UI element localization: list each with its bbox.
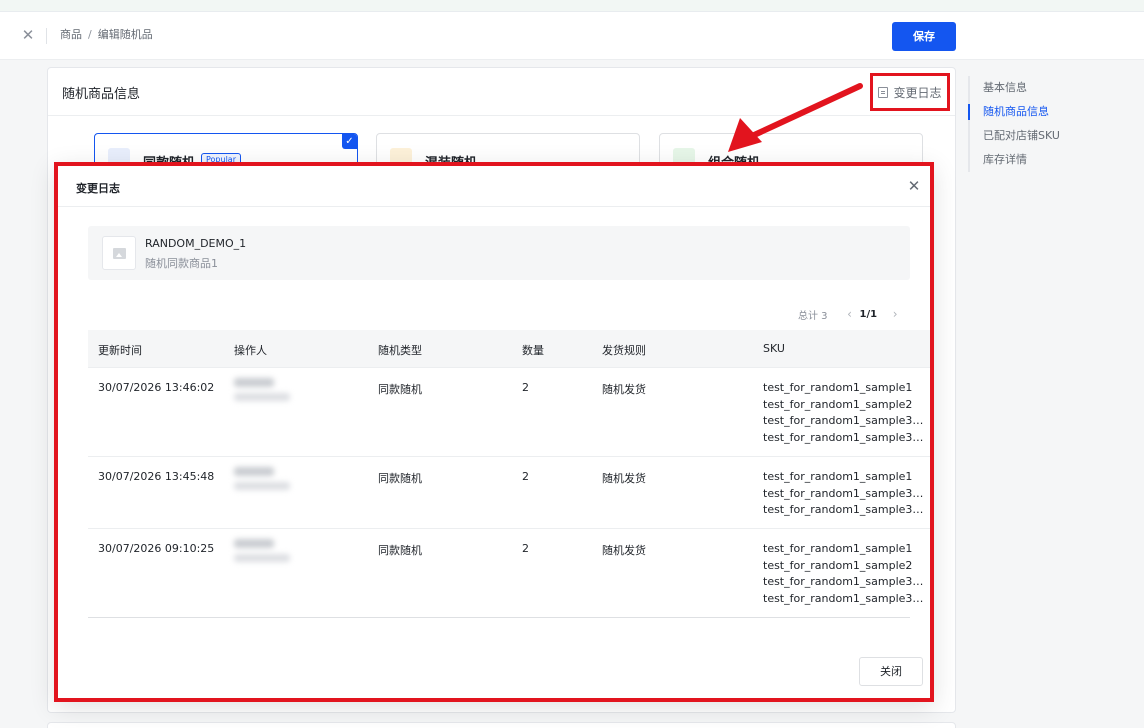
changelog-modal: 变更日志 ✕ RANDOM_DEMO_1 随机同款商品1 总计 3 ‹ 1/1 … [54, 162, 934, 702]
cell-rule: 随机发货 [602, 383, 646, 396]
column-header-type: 随机类型 [378, 344, 422, 357]
header-divider [46, 28, 47, 44]
page-header: ✕ 商品 / 编辑随机品 保存 [0, 12, 1144, 60]
card-divider [48, 115, 955, 116]
pagination-current: 1/1 [859, 308, 878, 320]
cell-sku-list: test_for_random1_sample1 test_for_random… [763, 541, 925, 608]
product-subtitle: 随机同款商品1 [145, 257, 218, 270]
modal-divider [58, 206, 930, 207]
card-title: 随机商品信息 [62, 87, 141, 102]
sku-item: test_for_random1_sample1 [763, 381, 913, 394]
cell-time: 30/07/2026 09:10:25 [98, 542, 215, 555]
cell-qty: 2 [522, 470, 529, 483]
anchor-item-basic-info[interactable]: 基本信息 [970, 76, 1088, 100]
cell-rule: 随机发货 [602, 544, 646, 557]
column-header-sku: SKU [763, 342, 785, 355]
chevron-right-icon[interactable]: › [887, 307, 903, 321]
product-thumbnail [102, 236, 136, 270]
breadcrumb-current: 编辑随机品 [97, 28, 153, 41]
sku-item: test_for_random1_sample1 [763, 470, 913, 483]
table-row: 30/07/2026 13:45:48 同款随机 2 随机发货 test_for… [88, 457, 930, 529]
sku-item: test_for_random1_sample2 [763, 558, 913, 572]
product-summary: RANDOM_DEMO_1 随机同款商品1 [88, 226, 910, 280]
cell-type: 同款随机 [378, 472, 422, 485]
sku-item: test_for_random1_sample3-Bl… [763, 486, 925, 500]
image-placeholder-icon [113, 248, 126, 259]
column-header-rule: 发货规则 [602, 344, 646, 357]
save-button[interactable]: 保存 [892, 22, 956, 51]
sku-item: test_for_random1_sample3-Red [763, 431, 925, 445]
breadcrumb: 商品 / 编辑随机品 [60, 28, 153, 42]
sku-item: test_for_random1_sample3-Red [763, 592, 925, 606]
cell-qty: 2 [522, 542, 529, 555]
check-icon: ✓ [342, 134, 357, 149]
cell-qty: 2 [522, 381, 529, 394]
sku-item: test_for_random1_sample3-Bl… [763, 414, 925, 428]
anchor-nav: 基本信息 随机商品信息 已配对店铺SKU 库存详情 [968, 76, 1088, 172]
operator-blurred [234, 467, 290, 501]
document-icon [878, 86, 889, 98]
pagination-total: 总计 3 [798, 310, 828, 322]
cell-sku-list: test_for_random1_sample1 test_for_random… [763, 380, 925, 447]
changelog-label: 变更日志 [893, 85, 942, 100]
operator-blurred [234, 378, 290, 412]
sku-item: test_for_random1_sample1 [763, 542, 913, 555]
top-strip [0, 0, 1144, 12]
table-bottom-divider [88, 617, 910, 618]
chevron-left-icon[interactable]: ‹ [842, 307, 858, 321]
changelog-button[interactable]: 变更日志 [870, 73, 950, 111]
breadcrumb-parent[interactable]: 商品 [60, 28, 82, 41]
close-icon[interactable]: ✕ [20, 27, 36, 43]
sku-item: test_for_random1_sample3-Red [763, 503, 925, 517]
close-icon[interactable]: ✕ [906, 178, 922, 194]
anchor-item-inventory[interactable]: 库存详情 [970, 148, 1088, 172]
changelog-table: 更新时间 操作人 随机类型 数量 发货规则 SKU 30/07/2026 13:… [88, 330, 930, 617]
anchor-item-random-info[interactable]: 随机商品信息 [968, 100, 1088, 124]
product-name: RANDOM_DEMO_1 [145, 237, 247, 250]
breadcrumb-separator: / [88, 28, 92, 41]
anchor-item-paired-sku[interactable]: 已配对店铺SKU [970, 124, 1088, 148]
table-row: 30/07/2026 13:46:02 同款随机 2 随机发货 test_for… [88, 368, 930, 457]
column-header-operator: 操作人 [234, 344, 267, 357]
cell-time: 30/07/2026 13:45:48 [98, 470, 215, 483]
sku-item: test_for_random1_sample2 [763, 397, 913, 411]
sku-item: test_for_random1_sample3-Bl… [763, 575, 925, 589]
column-header-time: 更新时间 [98, 344, 142, 357]
table-row: 30/07/2026 09:10:25 同款随机 2 随机发货 test_for… [88, 529, 930, 617]
table-header: 更新时间 操作人 随机类型 数量 发货规则 SKU [88, 330, 930, 368]
cell-time: 30/07/2026 13:46:02 [98, 381, 215, 394]
cell-sku-list: test_for_random1_sample1 test_for_random… [763, 469, 925, 519]
column-header-qty: 数量 [522, 344, 544, 357]
close-button[interactable]: 关闭 [859, 657, 923, 686]
pagination: 总计 3 ‹ 1/1 › [798, 306, 903, 322]
cell-rule: 随机发货 [602, 472, 646, 485]
cell-type: 同款随机 [378, 383, 422, 396]
modal-title: 变更日志 [76, 182, 120, 195]
operator-blurred [234, 539, 290, 573]
cell-type: 同款随机 [378, 544, 422, 557]
next-section-card [47, 722, 956, 728]
